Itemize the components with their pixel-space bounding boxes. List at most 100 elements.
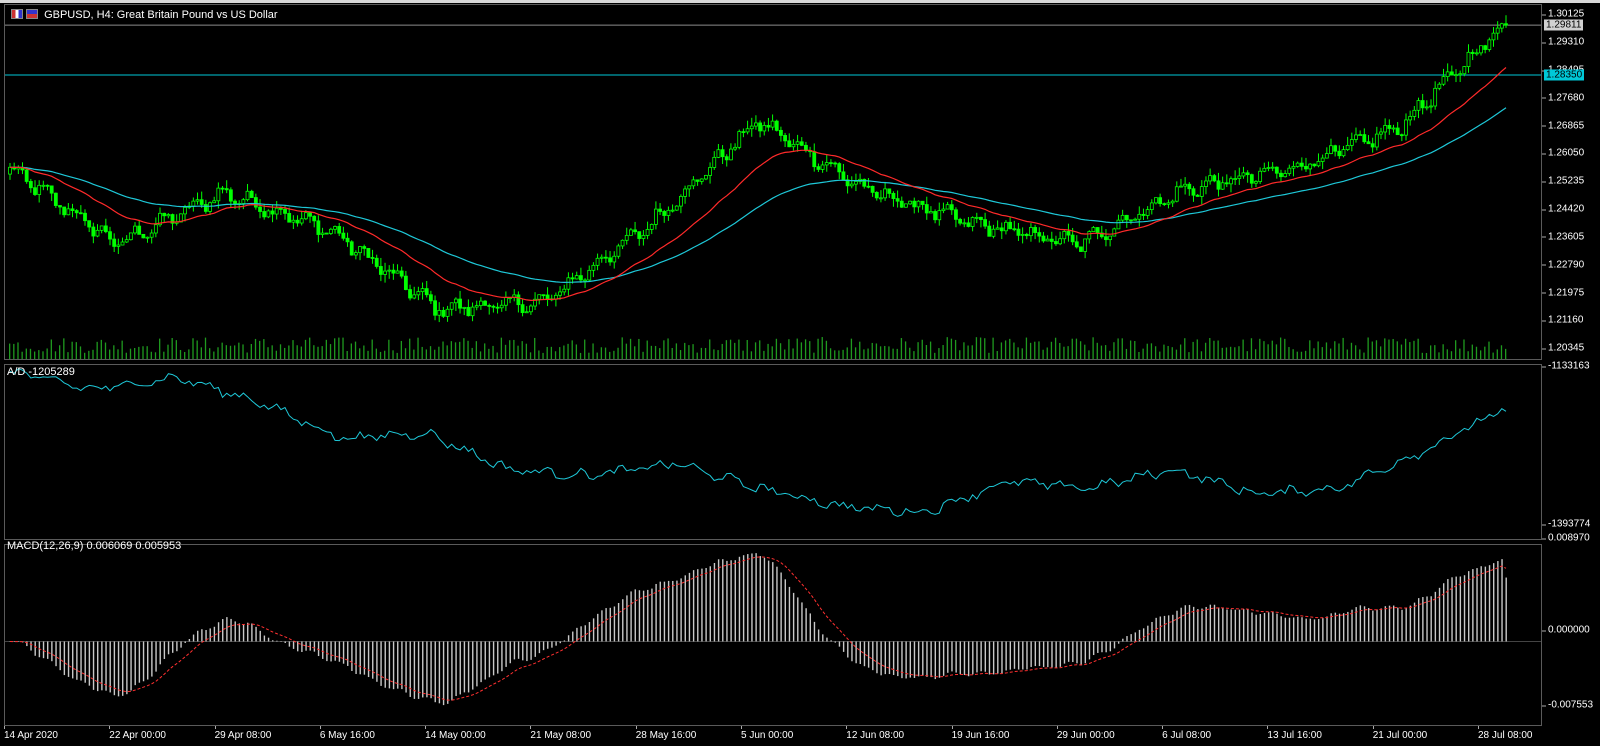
macd-histogram-bar: [80, 641, 82, 681]
candle-body: [116, 244, 121, 247]
macd-histogram-bar: [1288, 617, 1291, 642]
price-chart-canvas[interactable]: [5, 5, 1541, 359]
macd-histogram-bar: [484, 641, 486, 680]
candle-body: [199, 199, 204, 205]
macd-histogram-bar: [1080, 641, 1082, 666]
macd-indicator-panel[interactable]: MACD(12,26,9) 0.006069 0.005953: [4, 540, 1542, 726]
volume-bar: [229, 345, 232, 359]
candle-body: [1220, 182, 1225, 190]
macd-histogram-bar: [1272, 611, 1274, 642]
macd-histogram-bar: [959, 641, 962, 675]
volume-bar: [713, 349, 715, 359]
candle-body: [662, 211, 667, 216]
candle-body: [1429, 105, 1433, 108]
macd-histogram-bar: [467, 641, 470, 693]
candle-body: [558, 291, 562, 296]
volume-bar: [904, 341, 907, 359]
candle-body: [70, 208, 75, 211]
macd-histogram-bar: [1492, 563, 1495, 642]
candle-body: [370, 257, 375, 259]
volume-bar: [721, 343, 723, 359]
macd-histogram-bar: [1426, 596, 1428, 642]
macd-histogram-bar: [1497, 561, 1499, 642]
candle-body: [249, 190, 254, 198]
candle-body: [1091, 227, 1096, 232]
time-axis[interactable]: 14 Apr 2020 22 Apr 00:00 29 Apr 08:00 6 May…: [0, 726, 1600, 746]
volume-bar: [1175, 349, 1178, 359]
volume-bar: [1288, 347, 1290, 359]
candle-body: [1491, 32, 1496, 41]
ad-indicator-panel[interactable]: A/D -1205289: [4, 364, 1542, 540]
macd-indicator-canvas[interactable]: [5, 545, 1541, 725]
candle-body: [874, 191, 879, 199]
macd-histogram-bar: [1284, 617, 1287, 642]
candle-body: [1179, 185, 1183, 188]
price-axis[interactable]: 1.301251.293101.284951.276801.268651.260…: [1541, 4, 1600, 360]
macd-histogram-bar: [226, 617, 228, 642]
candle-body: [1191, 188, 1196, 196]
candle-body: [1254, 181, 1258, 184]
candle-body: [870, 185, 875, 193]
candle-body: [420, 288, 425, 293]
volume-bar: [13, 343, 15, 359]
macd-histogram-bar: [417, 641, 420, 699]
volume-bar: [1292, 349, 1294, 359]
candle-body: [929, 211, 933, 214]
macd-histogram-bar: [426, 641, 428, 698]
volume-bar: [854, 347, 857, 359]
macd-histogram-bar: [709, 566, 711, 642]
macd-histogram-bar: [1122, 638, 1124, 642]
candle-body: [1029, 227, 1033, 237]
macd-histogram-bar: [397, 641, 399, 689]
candle-body: [545, 294, 550, 300]
candle-body: [941, 208, 946, 212]
volume-bar: [717, 350, 719, 359]
volume-bar: [100, 339, 102, 359]
candle-body: [1137, 213, 1142, 220]
volume-bar: [804, 339, 807, 359]
volume-bar: [1234, 347, 1236, 359]
volume-bar: [1321, 347, 1323, 359]
candle-body: [1341, 149, 1346, 157]
volume-bar: [929, 341, 932, 359]
macd-histogram-bar: [501, 641, 503, 672]
candle-body: [33, 187, 37, 195]
volume-bar: [834, 350, 836, 359]
volume-bar: [317, 346, 319, 359]
macd-histogram-bar: [1330, 613, 1332, 642]
volume-bar: [50, 339, 52, 359]
volume-bar: [729, 339, 732, 359]
macd-histogram-bar: [355, 641, 357, 674]
candle-body: [962, 222, 967, 225]
volume-bar: [321, 346, 323, 359]
candle-body: [103, 225, 108, 233]
candle-body: [687, 185, 692, 190]
macd-histogram-bar: [638, 590, 641, 642]
volume-bar: [371, 339, 373, 359]
macd-histogram-bar: [726, 560, 728, 642]
macd-histogram-bar: [209, 628, 211, 642]
macd-histogram-bar: [1342, 613, 1345, 642]
candle-body: [262, 211, 267, 218]
macd-histogram-bar: [1092, 641, 1095, 656]
candle-body: [1037, 232, 1042, 237]
candle-body: [412, 294, 417, 299]
volume-bar: [992, 337, 994, 359]
price-chart-panel[interactable]: GBPUSD, H4: Great Britain Pound vs US Do…: [4, 4, 1542, 360]
volume-bar: [359, 348, 361, 359]
macd-histogram-bar: [338, 641, 341, 662]
volume-bar: [871, 342, 873, 359]
volume-bar: [859, 341, 861, 359]
macd-histogram-bar: [284, 641, 286, 644]
volume-bar: [459, 341, 461, 359]
volume-bar: [1284, 338, 1286, 359]
candle-body: [833, 162, 837, 165]
volume-bar: [650, 345, 653, 359]
volume-bar: [1059, 342, 1061, 359]
ad-indicator-canvas[interactable]: [5, 365, 1541, 539]
volume-bar: [938, 348, 940, 359]
macd-histogram-bar: [992, 641, 995, 675]
candle-body: [1233, 178, 1238, 180]
macd-histogram-bar: [1051, 641, 1053, 668]
macd-histogram-bar: [1017, 641, 1020, 670]
